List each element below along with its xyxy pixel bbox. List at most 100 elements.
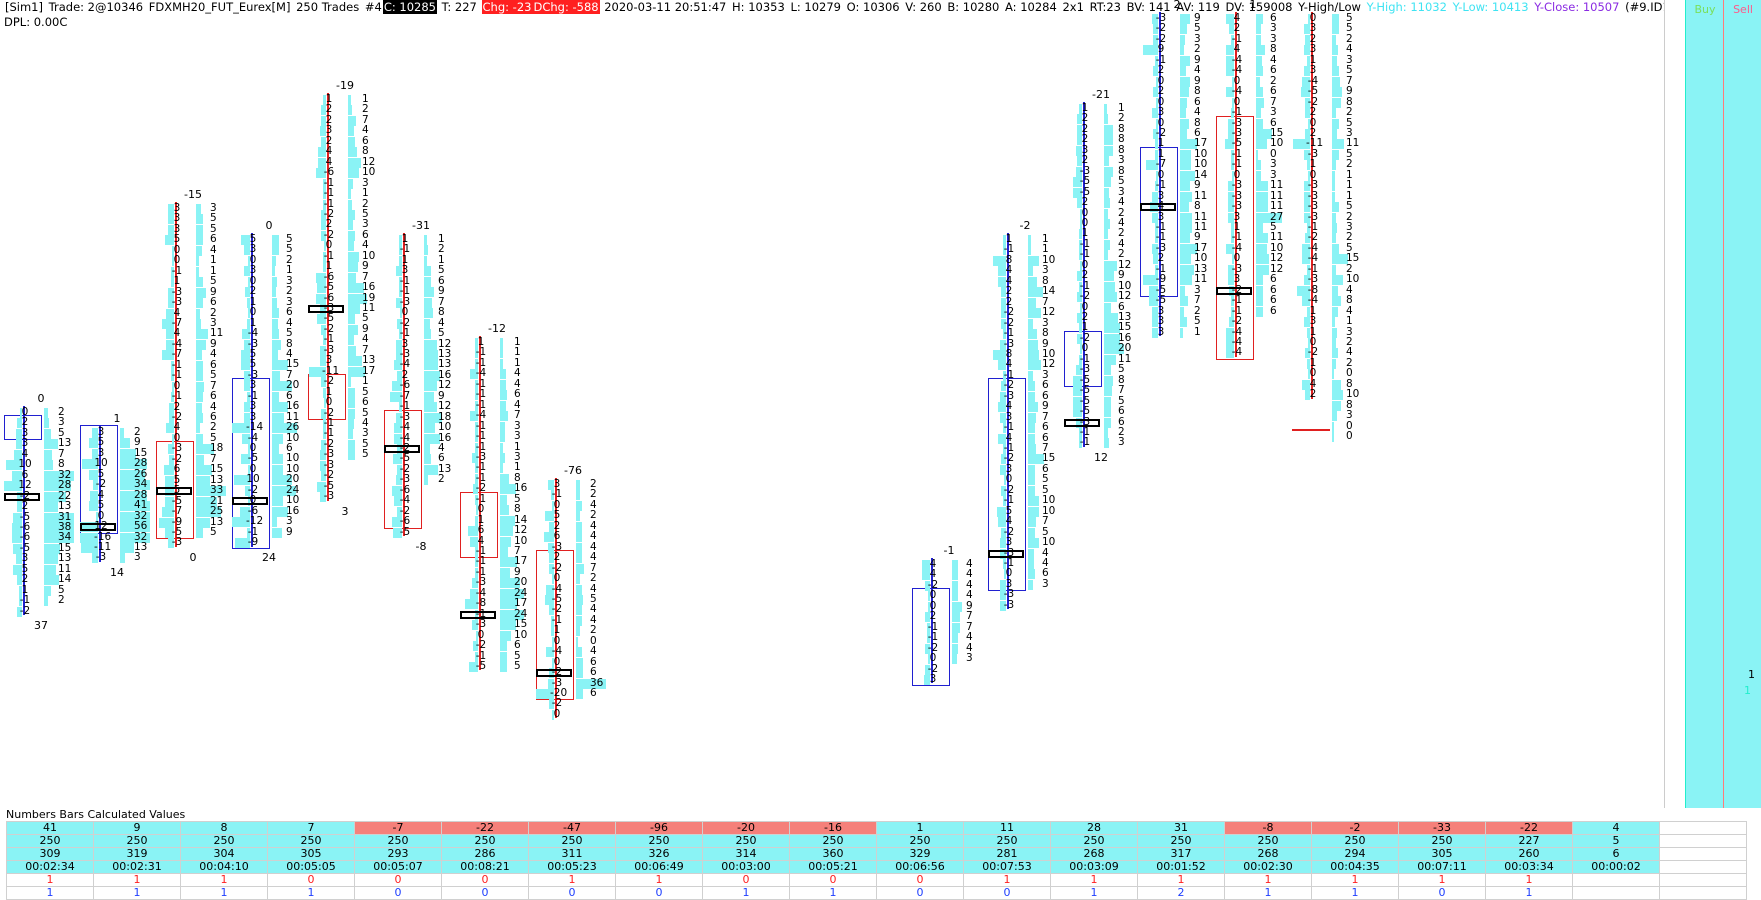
volume-bar xyxy=(120,438,131,449)
volume-bar xyxy=(500,536,511,547)
table-cell: 1 xyxy=(93,873,181,887)
volume-bar xyxy=(1332,191,1335,202)
volume-bar xyxy=(424,454,432,465)
volume-bar xyxy=(1332,337,1336,348)
volume-bar xyxy=(1256,66,1264,77)
volume-bar xyxy=(500,463,503,474)
volume-bar xyxy=(272,297,277,308)
volume-bar xyxy=(1180,327,1183,338)
volume-bar xyxy=(1332,348,1338,359)
table-cell: 1 xyxy=(1311,873,1399,887)
volume-bar xyxy=(120,542,134,553)
volume-bar xyxy=(1256,233,1268,244)
bar-delta-bottom: 24 xyxy=(262,550,276,564)
volume-bar xyxy=(1180,285,1185,296)
table-cell: 250 xyxy=(267,834,355,848)
volume-bar xyxy=(1256,160,1261,171)
poc-marker xyxy=(4,492,40,501)
footprint-bar[interactable]: -19 1 2 2 3 2 4 4 -6 -1 -1 -1 -2 2 -2 0 -1 1 -6 -5 -6 -3 -5 -2-… xyxy=(308,0,384,808)
volume-bar xyxy=(1332,358,1336,369)
footprint-bar[interactable]: -12 1 -1 -1 -4 -1 -1 -1 -4 -1 -1 -1 -3 -1 -1 -2 -1 0 1 6 4 -1… xyxy=(460,0,536,808)
volume-bar xyxy=(1180,149,1191,160)
volume-bar xyxy=(196,413,204,423)
high: H: 10353 xyxy=(732,0,785,14)
volume-bar xyxy=(1332,264,1336,275)
table-cell: 00:03:00 xyxy=(702,860,790,874)
volume-bar xyxy=(196,235,204,246)
volume-bar xyxy=(1028,370,1033,381)
volume-bar xyxy=(576,542,582,553)
table-cell: 250 xyxy=(615,834,703,848)
delta-cell: -5 xyxy=(475,659,487,672)
delta-cell: -3 xyxy=(171,536,183,549)
volume-bar xyxy=(576,553,582,564)
volume-bar xyxy=(272,266,275,277)
footprint-bar[interactable]: -15 3 3 3 5 0 0 -1 1 -3 -3 4 -7 4 -4 -7 -1 -1 0 -1 2 -2 4 0 -3 -2… xyxy=(156,0,232,808)
volume-bar xyxy=(196,423,200,434)
table-cell: 00:07:53 xyxy=(963,860,1051,874)
volume-bar xyxy=(196,402,202,413)
volume-bar xyxy=(576,605,582,616)
footprint-bar[interactable]: 0 5 3 0 3 0 2 1 0 1 -4 -3 5 5 -3 3 -1 3 3 -14 -4 0 -5 0 10 -2 0 -6-… xyxy=(232,0,308,808)
delta-cell: -1 xyxy=(1079,436,1091,449)
bar-delta-top: -19 xyxy=(336,79,354,92)
delta-cell: -3 xyxy=(323,490,335,503)
volume-bar xyxy=(272,433,283,444)
volume-bar xyxy=(1028,485,1035,496)
table-cell: 00:05:21 xyxy=(789,860,877,874)
delta-cell: 3 xyxy=(1157,325,1165,338)
volume-bar xyxy=(500,505,510,516)
volume-bar xyxy=(1104,229,1108,240)
table-cell: 00:03:09 xyxy=(1050,860,1138,874)
volume-bar xyxy=(1028,569,1036,580)
footprint-bar[interactable]: -76 3 -1 0 5 2 6 -3 2 -2 0 -4 -5 -2 -1 1 0 -4 0 -2 -3 -20 -2 0 2… xyxy=(536,0,612,808)
volume-bar xyxy=(1332,128,1337,139)
volume-bar xyxy=(1104,208,1108,219)
volume-bar xyxy=(1028,538,1039,549)
footprint-bar[interactable]: -2 1 -1 8 4 4 2 2 -2 -2 -1 -3 8 4 -1 -2 -3 4 3 -1 4 -1 -2 3 0 -2-… xyxy=(988,0,1064,808)
footprint-bar[interactable]: -31 1 -1 1 3 -1 -1 -3 0 -2 -1 3 -3 -4 2 -6 -7 -1 -3 -4 -4 -2-… xyxy=(384,0,460,808)
footprint-bar[interactable]: 0 0 2 3 3 4 10 6 12 -2 2 -5 -6 -6 -5 3 5 2 1 -1 -2 2 3 5 13 7 8 32 2… xyxy=(4,0,80,808)
volume-bar xyxy=(348,241,354,252)
footprint-bar[interactable]: 0 3 2 3 1 3 -4 -5 -2 2 0 2 -11 -3 1 0 -3 -3 -3 -3 -1 -2 -4 -4 -1… xyxy=(1292,0,1368,808)
footprint-bar[interactable]: -1 4 4 -2 0 0 2 -1 -1 -2 0 -2 3 4 4 4 4 9 7 7 4 4 3 xyxy=(912,0,988,808)
footprint-bar[interactable]: 1 4 2 -1 4 -4 -4 0 -4 0 -1 -3 -3 -5 -1 -1 0 -3 -3 -3 3 1 -1 -4 0… xyxy=(1216,0,1292,808)
table-cell: 00:02:30 xyxy=(1224,860,1312,874)
volume-bar xyxy=(424,360,438,371)
table-cell: 250 xyxy=(1398,834,1486,848)
table-cell: 250 xyxy=(1224,834,1312,848)
right-marker-2: 1 xyxy=(1744,684,1751,697)
price-scale[interactable] xyxy=(1664,0,1686,808)
table-cell: 294 xyxy=(1311,847,1399,861)
volume-bar xyxy=(272,245,279,256)
volume-bar xyxy=(1332,76,1341,87)
volume-bar xyxy=(952,601,963,612)
volume-bar xyxy=(1332,296,1342,307)
volume-bar xyxy=(272,412,284,423)
volume-bar xyxy=(1180,66,1186,77)
table-cell: 309 xyxy=(6,847,94,861)
volume-bar xyxy=(424,245,428,256)
chart-area[interactable]: [Sim1] Trade: 2@10346 FDXMH20_FUT_Eurex[… xyxy=(0,0,1664,808)
footprint-bar[interactable]: 1 3 5 3 10 5 -2 4 5 0 12 -16 -11 -3 2 9 15 28 26 34 28 41 32 56… xyxy=(80,0,156,808)
volume-bar xyxy=(1256,97,1265,108)
volume-bar xyxy=(1180,191,1192,202)
volume-bar xyxy=(424,329,431,340)
table-cell: 293 xyxy=(354,847,442,861)
volume-bar xyxy=(348,272,357,283)
buy-column[interactable]: Buy xyxy=(1685,0,1724,808)
footprint-bar[interactable]: 2 -3 -2 -2 9 -1 2 0 2 0 3 0 -2 1 1 -7 0 -1 3 4 3 -1 -1 -3 2 -1 -9-… xyxy=(1140,0,1216,808)
sell-column[interactable]: Sell xyxy=(1723,0,1761,808)
volume-bar xyxy=(500,421,505,432)
footprint-bar[interactable]: -21 1 2 2 2 3 2 -3 -5 -5 2 0 0 1 -1 -1 0 2 -1 -2 0 2 1 -2 0 -1 -3-… xyxy=(1064,0,1140,808)
table-cell: 1 xyxy=(1224,873,1312,887)
volume-bar xyxy=(1104,187,1109,198)
volume-bar xyxy=(1180,76,1191,87)
volume-bar xyxy=(1180,118,1190,129)
table-cell: 28 xyxy=(1050,821,1138,835)
volume-bar xyxy=(1104,104,1107,114)
volume-bar xyxy=(1180,34,1185,45)
volume-bar xyxy=(1332,202,1339,213)
table-cell: 00:03:34 xyxy=(1485,860,1573,874)
volume-cell: 6 xyxy=(590,687,597,699)
